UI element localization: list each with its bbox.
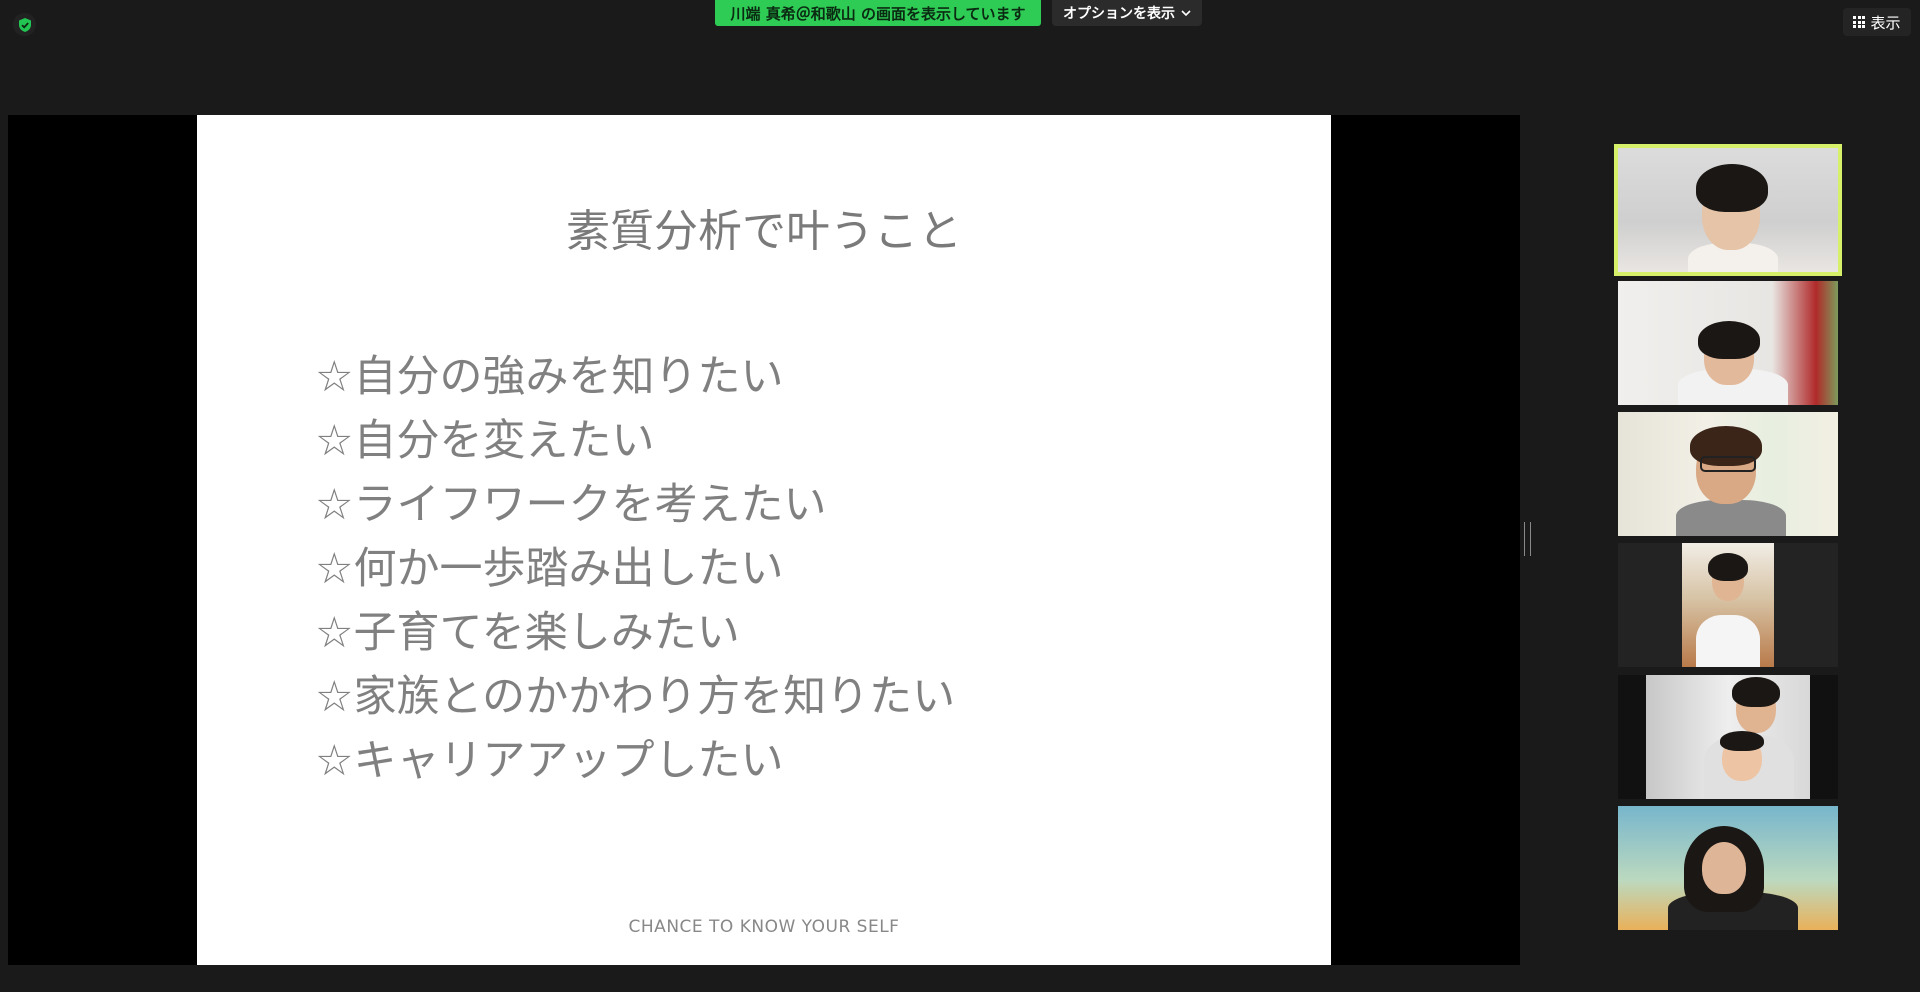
slide-bullet-item: ☆キャリアアップしたい (315, 736, 784, 786)
shared-screen[interactable]: 素質分析で叶うこと ☆自分の強みを知りたい ☆自分を変えたい ☆ライフワークを考… (8, 115, 1520, 965)
security-shield-icon[interactable] (13, 13, 36, 36)
slide-title: 素質分析で叶うこと (566, 206, 962, 257)
presentation-slide: 素質分析で叶うこと ☆自分の強みを知りたい ☆自分を変えたい ☆ライフワークを考… (197, 115, 1331, 965)
grid-icon (1853, 16, 1866, 28)
slide-bullet-list: ☆自分の強みを知りたい ☆自分を変えたい ☆ライフワークを考えたい ☆何か一歩踏… (315, 345, 955, 793)
participant-video-feed (1682, 543, 1774, 667)
participant-video[interactable] (1618, 412, 1838, 536)
slide-bullet-item: ☆何か一歩踏み出したい (315, 544, 784, 594)
shield-check-icon (18, 17, 31, 32)
screen-share-banner-text: 川端 真希＠和歌山 の画面を表示しています (730, 4, 1026, 23)
participant-video[interactable] (1618, 675, 1838, 799)
participant-video[interactable] (1618, 806, 1838, 930)
view-layout-label: 表示 (1870, 13, 1901, 32)
slide-footer: CHANCE TO KNOW YOUR SELF (628, 917, 900, 937)
slide-bullet-item: ☆自分を変えたい (315, 416, 655, 466)
chevron-down-icon (1181, 10, 1191, 17)
view-options-button[interactable]: オプションを表示 (1052, 0, 1202, 26)
view-layout-button[interactable]: 表示 (1843, 8, 1911, 36)
slide-bullet-item: ☆家族とのかかわり方を知りたい (315, 672, 956, 722)
screen-share-banner: 川端 真希＠和歌山 の画面を表示しています (715, 0, 1041, 26)
panel-resize-handle[interactable] (1524, 522, 1531, 556)
participant-video[interactable] (1618, 543, 1838, 667)
participant-video-active-speaker[interactable] (1614, 144, 1842, 276)
slide-bullet-item: ☆ライフワークを考えたい (315, 480, 827, 530)
slide-bullet-item: ☆自分の強みを知りたい (315, 352, 784, 402)
view-options-label: オプションを表示 (1063, 6, 1175, 22)
participant-video[interactable] (1618, 281, 1838, 405)
participant-video-feed (1646, 675, 1810, 799)
meeting-window: 川端 真希＠和歌山 の画面を表示しています オプションを表示 表示 素質分析で叶… (0, 0, 1920, 992)
slide-bullet-item: ☆子育てを楽しみたい (315, 608, 740, 658)
